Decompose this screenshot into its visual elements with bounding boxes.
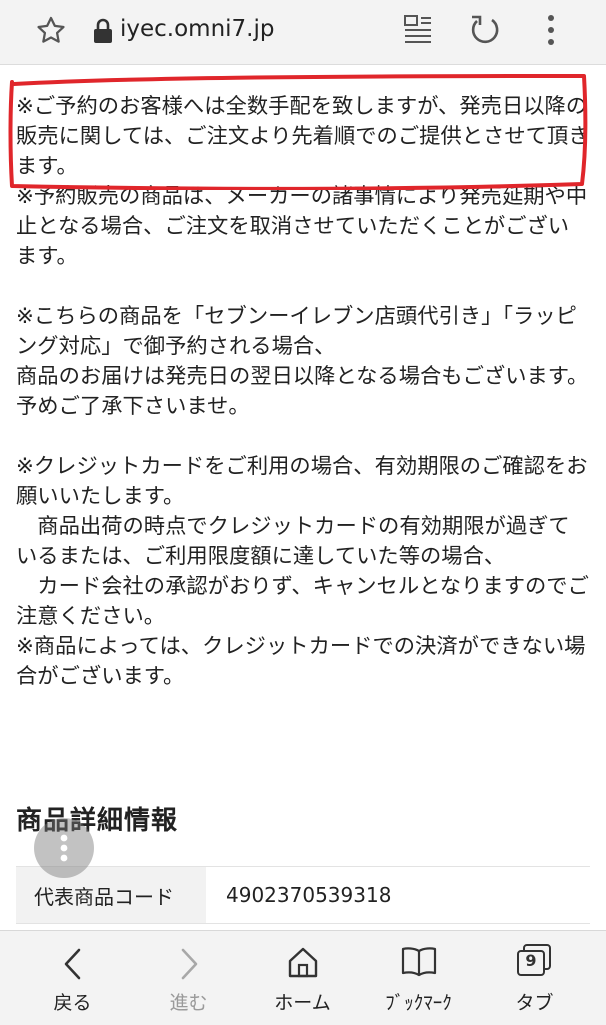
tabs-label: タブ <box>515 992 554 1014</box>
notice-paragraph: ※ご予約のお客様へは全数手配を致しますが、発売日以降の販売に関しては、ご注文より… <box>16 94 590 179</box>
home-button[interactable]: ホーム <box>242 931 363 1025</box>
home-label: ホーム <box>274 992 331 1014</box>
notice-paragraph: ※予約販売の商品は、メーカーの諸事情により発売延期や中止となる場合、ご注文を取消… <box>16 184 588 269</box>
star-icon[interactable] <box>34 14 68 48</box>
browser-toolbar: iyec.omni7.jp <box>0 0 606 65</box>
reader-mode-icon[interactable] <box>404 14 432 46</box>
details-table: 代表商品コード 4902370539318 <box>16 866 590 924</box>
lock-icon <box>94 18 112 43</box>
table-row: 代表商品コード 4902370539318 <box>16 867 590 924</box>
notice-text: ※ご予約のお客様へは全数手配を致しますが、発売日以降の販売に関しては、ご注文より… <box>16 92 590 692</box>
forward-button[interactable]: 進む <box>128 931 249 1025</box>
tabs-button[interactable]: 9 タブ <box>474 931 595 1025</box>
back-label: 戻る <box>53 992 92 1014</box>
bookmarks-label: ﾌﾞｯｸﾏｰｸ <box>385 992 452 1014</box>
url-bar[interactable]: iyec.omni7.jp <box>120 16 275 42</box>
back-button[interactable]: 戻る <box>12 931 133 1025</box>
reload-icon[interactable] <box>468 12 502 48</box>
more-vert-icon <box>60 834 68 862</box>
notice-paragraph: ※商品によっては、クレジットカードでの決済ができない場合がございます。 <box>16 634 586 689</box>
forward-label: 進む <box>169 992 208 1014</box>
chevron-left-icon <box>64 948 81 980</box>
notice-paragraph: ※こちらの商品を「セブンーイレブン店頭代引き」「ラッピング対応」で御予約される場… <box>16 304 589 419</box>
browser-bottom-bar: 戻る 進む ホーム ﾌﾞｯｸﾏｰｸ 9 タブ <box>0 930 606 1025</box>
tab-count: 9 <box>525 951 537 970</box>
home-icon <box>288 947 318 978</box>
floating-menu-button[interactable] <box>34 818 94 878</box>
notice-paragraph: ※クレジットカードをご利用の場合、有効期限のご確認をお願いいたします。 商品出荷… <box>16 454 589 629</box>
book-open-icon <box>401 947 437 977</box>
more-vert-icon[interactable] <box>544 14 558 46</box>
chevron-right-icon <box>181 948 198 980</box>
row-value: 4902370539318 <box>226 883 392 907</box>
bookmarks-button[interactable]: ﾌﾞｯｸﾏｰｸ <box>358 931 479 1025</box>
